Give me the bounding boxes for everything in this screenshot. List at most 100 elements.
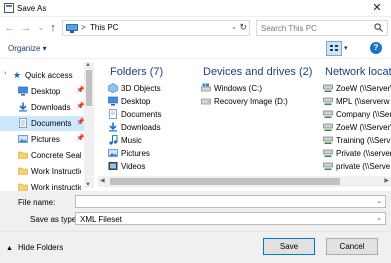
chevron-down-icon[interactable]: ⌄: [376, 214, 382, 222]
breadcrumb-separator: >: [81, 23, 86, 32]
back-button[interactable]: ←: [3, 20, 17, 36]
dialog-footer: ▲ Hide Folders Save Cancel: [0, 231, 391, 263]
music-icon: [109, 135, 118, 145]
change-view-button[interactable]: [326, 41, 342, 56]
network-drive-icon: [323, 149, 333, 157]
file-name-label: File name:: [18, 198, 56, 207]
desktop-icon: [18, 86, 28, 96]
pictures-icon: [18, 135, 28, 143]
breadcrumb-this-pc[interactable]: This PC: [90, 23, 118, 32]
scroll-up-arrow-icon[interactable]: ▲: [85, 62, 91, 68]
item-label: Downloads: [121, 123, 161, 132]
item-label: Company (\\Serv: [336, 110, 391, 119]
organize-button[interactable]: Organize ▾: [8, 44, 47, 53]
view-dropdown-button[interactable]: ▾: [344, 44, 348, 52]
save-dialog-icon: [4, 3, 14, 13]
network-drive-icon: [323, 84, 333, 92]
item-label: Pictures: [121, 149, 150, 158]
search-box[interactable]: Search This PC: [256, 20, 388, 36]
address-dropdown-button[interactable]: ⌄: [231, 23, 237, 31]
item-label: Music: [121, 136, 142, 145]
window-title: Save As: [17, 4, 47, 13]
sidebar-item-quick-access[interactable]: › ★ Quick access: [0, 68, 84, 83]
sidebar-item-downloads[interactable]: Downloads 📌: [0, 100, 85, 115]
item-label: Desktop: [121, 97, 151, 106]
item-label: Training (\\Serv: [336, 136, 391, 145]
navigation-pane: › ★ Quick access Desktop 📌 Downloads 📌 D…: [0, 60, 96, 192]
sidebar-item-work-instruction[interactable]: Work Instruction: [0, 164, 84, 179]
sidebar-item-desktop[interactable]: Desktop 📌: [0, 84, 85, 99]
forward-button[interactable]: →: [19, 20, 33, 36]
folders-group-heading[interactable]: Folders (7): [110, 66, 163, 78]
sidebar-item-label: Documents: [31, 119, 72, 128]
downloads-icon: [109, 122, 117, 132]
item-label: private (\\Serve: [336, 162, 391, 171]
star-icon: ★: [13, 70, 22, 80]
sidebar-scrollbar[interactable]: ▲ ▼: [84, 62, 94, 188]
help-button[interactable]: ?: [370, 42, 382, 54]
expand-caret-icon[interactable]: ›: [4, 70, 6, 77]
sidebar-item-pictures[interactable]: Pictures 📌: [0, 132, 85, 147]
item-label: MPL (\\serverw: [336, 97, 390, 106]
pictures-icon: [108, 149, 118, 157]
folder-icon: [18, 151, 28, 159]
hide-folders-label: Hide Folders: [17, 243, 64, 252]
command-bar: Organize ▾ ▾ ?: [0, 39, 391, 59]
scroll-down-arrow-icon[interactable]: ▼: [85, 182, 91, 188]
address-bar[interactable]: > This PC ⌄ ↻: [62, 20, 250, 36]
drive-icon: [201, 98, 211, 105]
scroll-left-arrow-icon[interactable]: ◀: [100, 177, 105, 184]
refresh-button[interactable]: ↻: [239, 22, 247, 33]
save-button[interactable]: Save: [263, 238, 315, 255]
scrollbar-thumb[interactable]: [110, 178, 340, 185]
drives-group-heading[interactable]: Devices and drives (2): [203, 66, 312, 78]
item-label: Private (\\server: [336, 149, 391, 158]
3d-objects-icon: [108, 83, 118, 93]
sidebar-item-label: Pictures: [31, 135, 60, 144]
cancel-button[interactable]: Cancel: [326, 238, 378, 255]
navigation-bar: ← → ⌄ ↑ > This PC ⌄ ↻ Search This PC: [0, 17, 391, 39]
windows-drive-icon: [201, 83, 211, 92]
hide-folders-button[interactable]: ▲ Hide Folders: [6, 243, 63, 252]
desktop-icon: [108, 96, 118, 106]
sidebar-item-documents[interactable]: Documents 📌: [0, 116, 85, 131]
network-drive-icon: [323, 110, 333, 118]
sidebar-item-label: Downloads: [31, 103, 71, 112]
network-group-heading[interactable]: Network locatio: [325, 66, 391, 78]
item-label: Windows (C:): [214, 84, 263, 93]
downloads-icon: [19, 102, 27, 112]
sidebar-item-label: Work Instruction: [31, 167, 81, 176]
chevron-down-icon[interactable]: ⌄: [376, 197, 382, 205]
save-as-type-label: Save as type:: [30, 215, 79, 224]
search-input[interactable]: Search This PC: [261, 24, 317, 33]
item-label: ZoeW (\\Server\: [336, 84, 391, 93]
item-label: Documents: [121, 110, 162, 119]
item-label: Recovery Image (D:): [214, 97, 288, 106]
save-form: File name: ⌄ Save as type: XML Fileset ⌄: [0, 191, 391, 231]
scroll-right-arrow-icon[interactable]: ▶: [384, 177, 389, 184]
sidebar-item-concrete-sealer[interactable]: Concrete Sealer: [0, 148, 84, 163]
save-as-type-select[interactable]: XML Fileset ⌄: [75, 212, 386, 225]
collapse-caret-icon: ▲: [6, 245, 13, 252]
folder-icon: [18, 167, 28, 175]
documents-icon: [109, 109, 117, 119]
scrollbar-thumb[interactable]: [86, 70, 92, 106]
save-as-type-value: XML Fileset: [80, 215, 122, 224]
view-options-icon: [330, 45, 338, 51]
network-drive-icon: [323, 97, 333, 105]
network-drive-icon: [323, 123, 333, 131]
up-button[interactable]: ↑: [46, 20, 60, 36]
network-drive-icon: [323, 162, 333, 170]
content-scrollbar[interactable]: ◀ ▶: [98, 176, 391, 187]
file-name-input[interactable]: ⌄: [75, 195, 386, 208]
item-label: 3D Objects: [121, 84, 161, 93]
videos-icon: [108, 162, 118, 170]
sidebar-item-label: Concrete Sealer: [31, 151, 81, 160]
title-bar: Save As ✕: [0, 0, 391, 17]
network-drive-icon: [323, 136, 333, 144]
documents-icon: [19, 118, 27, 128]
this-pc-icon: [66, 24, 78, 33]
item-label: ZoeW (\\Server\: [336, 123, 391, 132]
sidebar-item-label: Desktop: [31, 87, 61, 96]
close-button[interactable]: ✕: [363, 0, 391, 17]
